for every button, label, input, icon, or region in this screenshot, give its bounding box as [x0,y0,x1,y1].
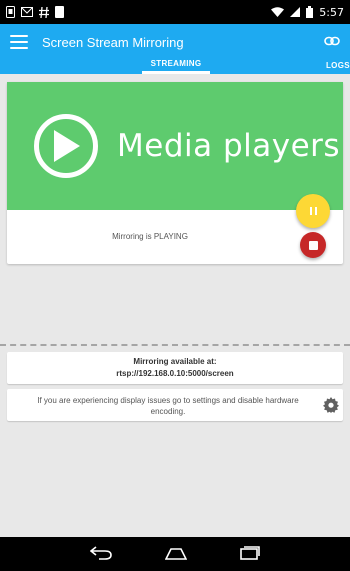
pause-icon [309,207,312,215]
info-text: If you are experiencing display issues g… [37,396,299,416]
media-players-banner: Media players [7,82,343,210]
streaming-card: Media players Mirroring is PLAYING [7,82,343,264]
wifi-icon [271,7,285,17]
status-bar: 5:57 [0,0,350,24]
status-time: 5:57 [319,5,344,19]
menu-icon[interactable] [10,35,28,49]
stop-button[interactable] [300,232,326,258]
banner-title: Media players [117,128,341,164]
gmail-icon [21,7,33,17]
app-title: Screen Stream Mirroring [42,34,184,50]
battery-icon [306,6,314,18]
tab-bar: STREAMING LOGS [0,56,350,74]
tab-logs[interactable]: LOGS [326,56,350,74]
gear-icon[interactable] [323,397,339,418]
navigation-bar [0,537,350,571]
back-icon[interactable] [89,546,112,565]
link-icon[interactable] [324,33,340,51]
sim-icon [6,6,15,18]
play-circle-icon [34,114,98,178]
stop-icon [308,240,318,250]
app-bar: Screen Stream Mirroring STREAMING LOGS [0,24,350,74]
availability-card: Mirroring available at: rtsp://192.168.0… [7,352,343,384]
home-icon[interactable] [164,546,188,565]
hash-icon [39,6,49,18]
recent-apps-icon[interactable] [240,546,260,565]
pause-button[interactable] [296,194,330,228]
divider [0,344,350,347]
info-card: If you are experiencing display issues g… [7,389,343,421]
storage-icon [55,6,64,18]
signal-icon [290,7,301,17]
stream-url: rtsp://192.168.0.10:5000/screen [116,369,234,378]
availability-label: Mirroring available at: [133,357,217,366]
tab-streaming[interactable]: STREAMING [142,56,210,74]
mirroring-status: Mirroring is PLAYING [112,232,188,241]
